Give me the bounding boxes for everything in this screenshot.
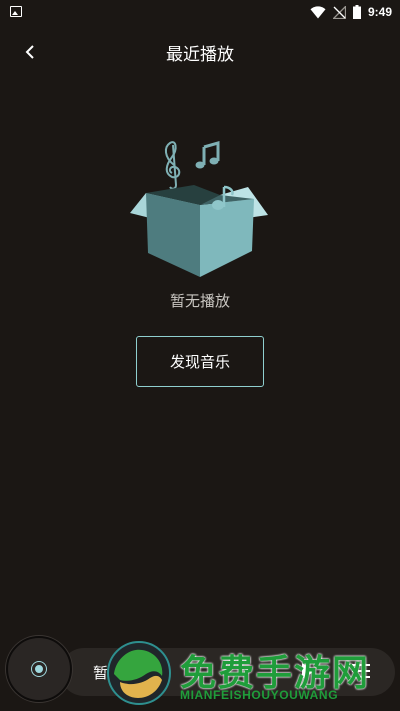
- empty-music-box-illustration: [130, 141, 268, 277]
- status-time: 9:49: [367, 5, 392, 19]
- gallery-notification-icon: [10, 6, 22, 17]
- disc-center-icon: [32, 662, 46, 676]
- title-bar: 最近播放: [0, 24, 400, 80]
- watermark: 免费手游网 MIANFEISHOUYOUWANG: [104, 640, 400, 711]
- status-bar: 9:49: [0, 0, 400, 24]
- wifi-icon: [310, 5, 326, 18]
- watermark-subtitle: MIANFEISHOUYOUWANG: [180, 688, 339, 702]
- treble-clef-icon: [164, 141, 181, 190]
- music-note-icon: [195, 141, 220, 169]
- battery-icon: [352, 5, 361, 19]
- discover-music-button[interactable]: 发现音乐: [136, 336, 264, 387]
- empty-state-message: 暂无播放: [169, 292, 230, 310]
- no-signal-icon: [332, 5, 346, 19]
- page-title: 最近播放: [166, 45, 234, 65]
- watermark-logo: [107, 641, 171, 705]
- status-icons: 9:49: [310, 3, 392, 21]
- album-disc[interactable]: [6, 636, 72, 702]
